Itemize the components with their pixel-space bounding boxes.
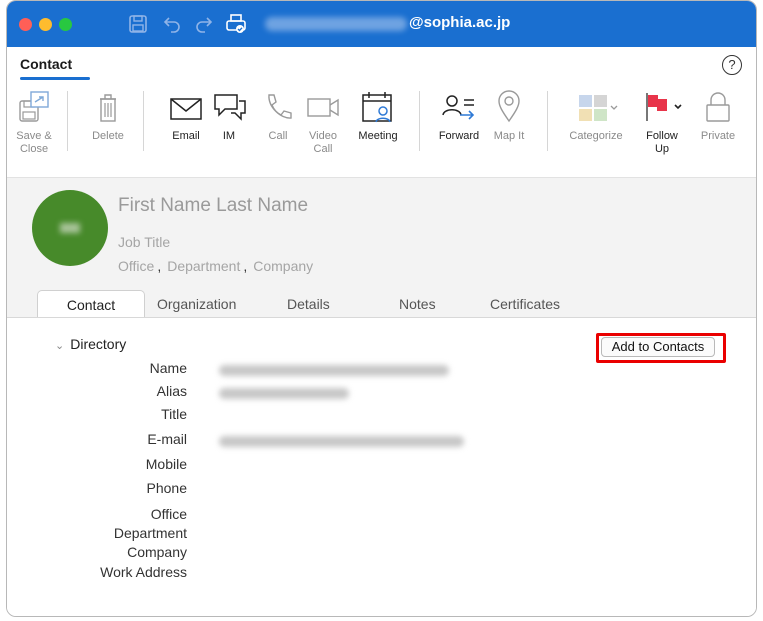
directory-section-label: Directory xyxy=(70,336,127,352)
office-field[interactable]: Office xyxy=(118,258,154,274)
chevron-down-icon: ⌄ xyxy=(55,340,65,352)
field-label-mobile: Mobile xyxy=(145,456,187,472)
ribbon-separator xyxy=(547,91,548,151)
sender-address-blurred xyxy=(265,17,407,31)
tab-certificates[interactable]: Certificates xyxy=(490,290,560,318)
save-icon[interactable] xyxy=(126,12,150,36)
field-label-department: Department xyxy=(113,525,187,541)
close-window-button[interactable] xyxy=(19,18,32,31)
chat-icon xyxy=(214,94,246,121)
field-label-phone: Phone xyxy=(146,480,187,496)
directory-section-toggle[interactable]: ⌄ Directory xyxy=(55,336,126,352)
forward-contact-icon xyxy=(442,95,475,120)
call-button[interactable]: Call xyxy=(261,89,295,143)
video-call-button[interactable]: Video Call xyxy=(303,89,343,156)
full-name-field[interactable]: First Name Last Name xyxy=(118,195,308,217)
field-label-office: Office xyxy=(150,506,187,522)
field-label-alias: Alias xyxy=(156,383,187,399)
directory-panel: ⌄ Directory Add to Contacts Name Alias Ti… xyxy=(7,317,756,616)
help-button[interactable]: ? xyxy=(722,55,742,75)
follow-up-label: Follow Up xyxy=(646,130,678,155)
lock-icon xyxy=(706,92,730,122)
ribbon-tab-indicator xyxy=(20,77,90,80)
follow-up-button[interactable]: Follow Up xyxy=(637,89,687,156)
minimize-window-button[interactable] xyxy=(39,18,52,31)
calendar-person-icon xyxy=(362,92,392,123)
call-label: Call xyxy=(268,130,288,142)
field-label-work-address: Work Address xyxy=(100,564,187,580)
organization-line: Office, Department, Company xyxy=(118,258,313,274)
contact-header: First Name Last Name Job Title Office, De… xyxy=(7,177,756,318)
delete-label: Delete xyxy=(92,130,124,142)
map-pin-icon xyxy=(498,90,520,123)
window-title: @sophia.ac.jp xyxy=(409,14,511,31)
email-value-blurred xyxy=(219,436,464,447)
email-icon xyxy=(170,98,202,120)
name-value-blurred xyxy=(219,365,449,376)
redo-icon[interactable] xyxy=(192,12,216,36)
tab-details[interactable]: Details xyxy=(287,290,330,318)
email-label: Email xyxy=(172,130,200,142)
delete-button[interactable]: Delete xyxy=(85,89,131,143)
ribbon-tab-contact[interactable]: Contact xyxy=(20,56,72,72)
categorize-button[interactable]: Categorize xyxy=(561,89,631,143)
forward-button[interactable]: Forward xyxy=(431,89,487,143)
ribbon-separator xyxy=(419,91,420,151)
map-it-button[interactable]: Map It xyxy=(489,89,529,143)
forward-label: Forward xyxy=(438,130,480,142)
contact-window: @sophia.ac.jp Contact ? Save & Close Del… xyxy=(6,0,757,617)
avatar-initials-blurred xyxy=(60,223,80,233)
zoom-window-button[interactable] xyxy=(59,18,72,31)
separator-comma: , xyxy=(243,258,248,274)
tab-organization[interactable]: Organization xyxy=(157,290,236,318)
private-label: Private xyxy=(700,130,736,142)
undo-icon[interactable] xyxy=(160,12,184,36)
im-button[interactable]: IM xyxy=(211,89,247,143)
save-close-button[interactable]: Save & Close xyxy=(11,89,57,156)
ribbon-separator xyxy=(143,91,144,151)
im-label: IM xyxy=(222,130,236,142)
department-field[interactable]: Department xyxy=(167,258,240,274)
meeting-label: Meeting xyxy=(358,130,398,142)
categorize-label: Categorize xyxy=(569,130,623,142)
flag-icon xyxy=(646,93,682,121)
ribbon-separator xyxy=(67,91,68,151)
categorize-icon xyxy=(579,95,618,121)
email-button[interactable]: Email xyxy=(165,89,207,143)
print-icon[interactable] xyxy=(224,12,248,36)
save-close-icon xyxy=(19,91,49,122)
map-it-label: Map It xyxy=(493,130,525,142)
separator-comma: , xyxy=(157,258,162,274)
phone-icon xyxy=(268,94,292,119)
video-call-label: Video Call xyxy=(309,130,337,155)
video-camera-icon xyxy=(307,98,339,117)
trash-icon xyxy=(100,94,116,122)
ribbon-toolbar: Save & Close Delete Email IM Call Video … xyxy=(7,83,756,177)
field-label-email: E-mail xyxy=(147,431,187,447)
field-label-title: Title xyxy=(161,406,187,422)
add-to-contacts-button[interactable]: Add to Contacts xyxy=(601,337,715,357)
private-button[interactable]: Private xyxy=(695,89,741,143)
save-close-label: Save & Close xyxy=(16,130,52,155)
field-label-name: Name xyxy=(149,360,187,376)
company-field[interactable]: Company xyxy=(253,258,313,274)
alias-value-blurred xyxy=(219,388,349,399)
meeting-button[interactable]: Meeting xyxy=(349,89,407,143)
avatar[interactable] xyxy=(32,190,108,266)
field-label-company: Company xyxy=(127,544,187,560)
tab-contact[interactable]: Contact xyxy=(37,290,145,318)
job-title-field[interactable]: Job Title xyxy=(118,234,170,250)
title-bar: @sophia.ac.jp xyxy=(7,1,756,47)
tab-notes[interactable]: Notes xyxy=(399,290,436,318)
